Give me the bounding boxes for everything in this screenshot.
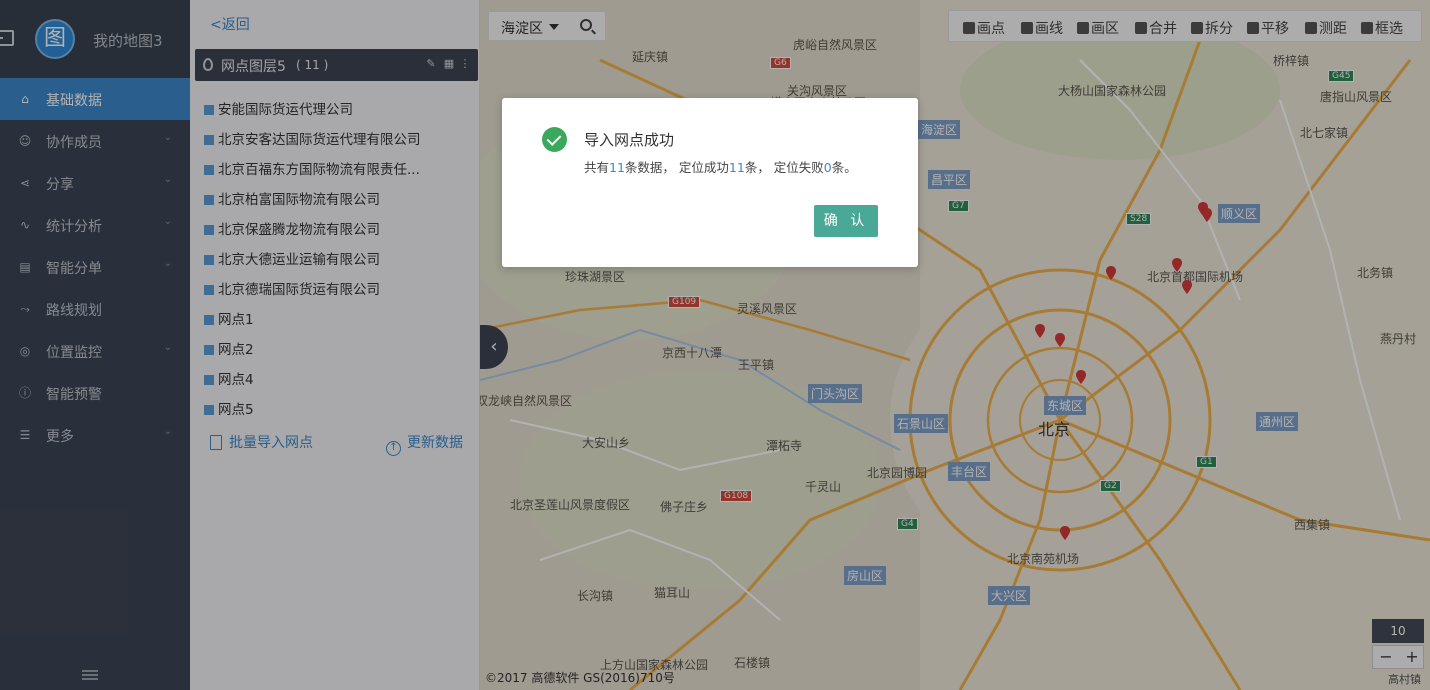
- import-success-dialog: 导入网点成功 共有11条数据， 定位成功11条， 定位失败0条。 确 认: [502, 98, 918, 267]
- dialog-title: 导入网点成功: [584, 131, 675, 149]
- total-count: 11: [609, 160, 625, 175]
- failed-count: 0: [823, 160, 832, 175]
- dialog-message: 共有11条数据， 定位成功11条， 定位失败0条。: [584, 160, 857, 175]
- success-check-icon: [542, 127, 567, 152]
- success-count: 11: [728, 160, 745, 175]
- confirm-button[interactable]: 确 认: [814, 205, 878, 237]
